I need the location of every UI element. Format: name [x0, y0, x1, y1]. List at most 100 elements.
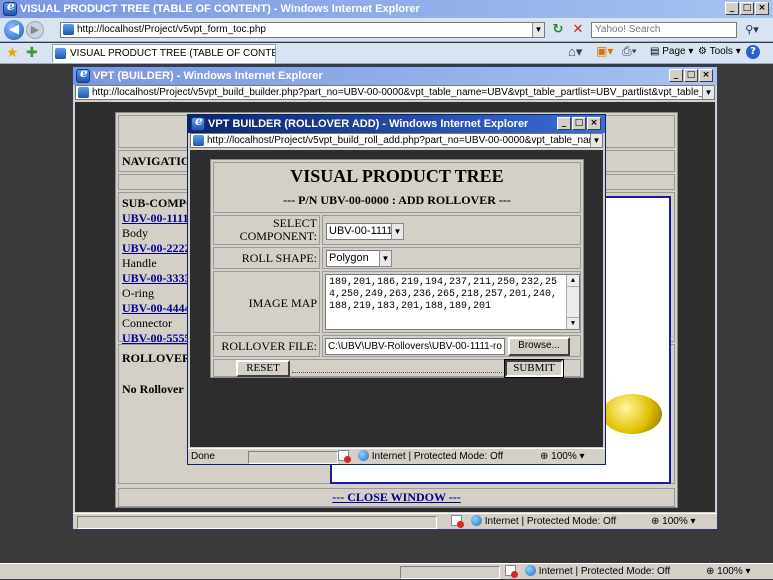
search-icon: ⚲▾ [745, 23, 759, 36]
blocked-icon [505, 565, 518, 578]
rollover-close-button[interactable]: × [587, 117, 601, 130]
main-navigation-bar: ◀ ▶ http://localhost/Project/v5vpt_form_… [0, 18, 773, 42]
roll-shape-chevron-icon[interactable]: ▼ [379, 250, 392, 267]
component-link-3333[interactable]: UBV-00-3333 [122, 271, 190, 285]
tab-visual-product-tree[interactable]: VISUAL PRODUCT TREE (TABLE OF CONTENT) [52, 44, 276, 63]
builder-status-zone-text: Internet | Protected Mode: Off [484, 516, 617, 527]
rollover-window: VPT BUILDER (ROLLOVER ADD) - Windows Int… [187, 114, 606, 465]
tools-menu[interactable]: ⚙ Tools ▾ [698, 46, 741, 57]
builder-maximize-button[interactable]: □ [684, 69, 698, 82]
rollover-address-bar[interactable]: http://localhost/Project/v5vpt_build_rol… [190, 133, 603, 148]
favorites-star-icon[interactable]: ★ [6, 44, 19, 61]
roll-shape-dropdown[interactable]: Polygon ▼ [326, 250, 392, 267]
tools-menu-label: Tools [709, 46, 733, 57]
rollover-file-input[interactable]: C:\UBV\UBV-Rollovers\UBV-00-1111-ro [325, 338, 505, 355]
main-zoom[interactable]: ⊕ 100% ▾ [706, 564, 751, 580]
search-box[interactable]: Yahoo! Search [591, 22, 737, 38]
help-icon[interactable]: ? [746, 45, 760, 59]
refresh-button[interactable]: ↻ [550, 22, 566, 38]
add-favorites-icon[interactable]: ✚ [26, 44, 38, 61]
rollover-file-label-cell: ROLLOVER FILE: [213, 335, 320, 357]
main-address-bar[interactable]: http://localhost/Project/v5vpt_form_toc.… [60, 22, 545, 38]
component-link-1111[interactable]: UBV-00-1111 [122, 211, 188, 225]
form-heading-cell: VISUAL PRODUCT TREE --- P/N UBV-00-0000 … [213, 162, 581, 213]
search-button[interactable]: ⚲▾ [739, 22, 765, 38]
form-heading: VISUAL PRODUCT TREE [290, 166, 504, 186]
back-arrow-icon: ◀ [9, 22, 19, 37]
minimize-button[interactable]: _ [725, 2, 739, 15]
builder-status-zone[interactable]: Internet | Protected Mode: Off [451, 514, 616, 530]
component-link-4444[interactable]: UBV-00-4444 [122, 301, 190, 315]
zoom-icon: ⊕ [706, 566, 715, 577]
roll-shape-cell: Polygon ▼ [322, 247, 581, 269]
tab-page-icon [55, 48, 66, 59]
address-dropdown-icon[interactable]: ▼ [532, 23, 544, 37]
main-address-text: http://localhost/Project/v5vpt_form_toc.… [77, 24, 266, 35]
rollover-maximize-button[interactable]: □ [572, 117, 586, 130]
select-component-cell: UBV-00-1111 ▼ [322, 215, 581, 245]
rollover-status-cell [248, 451, 338, 464]
main-tab-bar: ★ ✚ VISUAL PRODUCT TREE (TABLE OF CONTEN… [0, 43, 773, 64]
rollover-zoom-text: 100% [551, 451, 577, 462]
close-button[interactable]: × [755, 2, 769, 15]
builder-address-dropdown-icon[interactable]: ▼ [702, 86, 714, 99]
scroll-down-icon[interactable]: ▼ [567, 317, 579, 329]
product-image [602, 394, 662, 434]
builder-address-bar[interactable]: http://localhost/Project/v5vpt_build_bui… [75, 85, 715, 100]
stop-button[interactable]: ✕ [570, 22, 586, 38]
forward-button[interactable]: ▶ [26, 21, 44, 39]
submit-button[interactable]: SUBMIT [504, 359, 564, 378]
rollover-title-bar[interactable]: VPT BUILDER (ROLLOVER ADD) - Windows Int… [188, 115, 605, 133]
select-component-label: SELECT COMPONENT: [239, 216, 317, 243]
page-menu-icon: ▤ [650, 46, 660, 57]
rollover-address-dropdown-icon[interactable]: ▼ [590, 134, 602, 147]
home-icon[interactable]: ⌂▾ [568, 44, 582, 60]
back-button[interactable]: ◀ [4, 20, 24, 40]
rollover-ie-icon [191, 115, 205, 131]
rollover-globe-icon [357, 450, 369, 461]
rollover-status-done: Done [191, 449, 215, 465]
main-status-zone[interactable]: Internet | Protected Mode: Off [505, 564, 670, 580]
feeds-icon[interactable]: ▣▾ [596, 44, 613, 58]
gear-icon: ⚙ [698, 46, 707, 57]
select-component-label-cell: SELECT COMPONENT: [213, 215, 320, 245]
select-component-value: UBV-00-1111 [329, 225, 393, 237]
builder-title-bar[interactable]: VPT (BUILDER) - Windows Internet Explore… [73, 67, 717, 85]
rollover-zoom[interactable]: ⊕ 100% ▾ [540, 449, 585, 465]
rollover-minimize-button[interactable]: _ [557, 117, 571, 130]
status-cell [400, 566, 500, 579]
builder-minimize-button[interactable]: _ [669, 69, 683, 82]
rollover-file-value: C:\UBV\UBV-Rollovers\UBV-00-1111-ro [328, 341, 502, 352]
print-icon[interactable]: ⎙▾ [622, 44, 637, 59]
select-component-chevron-icon[interactable]: ▼ [391, 223, 404, 240]
page-icon [63, 24, 74, 35]
rollover-status-zone-text: Internet | Protected Mode: Off [371, 451, 504, 462]
close-window-link[interactable]: --- CLOSE WINDOW --- [332, 490, 461, 504]
browse-button[interactable]: Browse... [508, 337, 570, 356]
browse-label: Browse... [518, 340, 560, 351]
maximize-button[interactable]: □ [740, 2, 754, 15]
main-zoom-text: 100% [717, 566, 743, 577]
builder-close-button[interactable]: × [699, 69, 713, 82]
submit-label: SUBMIT [513, 362, 555, 374]
roll-shape-label: ROLL SHAPE: [241, 251, 317, 265]
reset-button[interactable]: RESET [236, 360, 290, 377]
navigation-label: NAVIGATIO [122, 154, 191, 168]
refresh-icon: ↻ [552, 22, 564, 37]
builder-zoom[interactable]: ⊕ 100% ▾ [651, 514, 696, 530]
close-window-cell: --- CLOSE WINDOW --- [118, 488, 675, 507]
image-map-textarea[interactable]: 189,201,186,219,194,237,211,250,232,254,… [325, 274, 580, 330]
reset-label: RESET [246, 362, 280, 374]
image-map-scrollbar[interactable]: ▲ ▼ [566, 275, 579, 329]
rollover-file-label: ROLLOVER FILE: [221, 339, 317, 353]
main-title-bar[interactable]: VISUAL PRODUCT TREE (TABLE OF CONTENT) -… [0, 0, 773, 18]
rollover-status-zone[interactable]: Internet | Protected Mode: Off [338, 449, 503, 465]
page-menu[interactable]: ▤ Page ▾ [650, 46, 693, 57]
component-link-2222[interactable]: UBV-00-2222 [122, 241, 190, 255]
scroll-up-icon[interactable]: ▲ [567, 275, 579, 287]
select-component-dropdown[interactable]: UBV-00-1111 ▼ [326, 223, 404, 240]
component-link-5555[interactable]: UBV-00-5555 [122, 331, 190, 345]
roll-shape-label-cell: ROLL SHAPE: [213, 247, 320, 269]
builder-blocked-icon [451, 515, 464, 528]
stop-icon: ✕ [572, 22, 584, 37]
